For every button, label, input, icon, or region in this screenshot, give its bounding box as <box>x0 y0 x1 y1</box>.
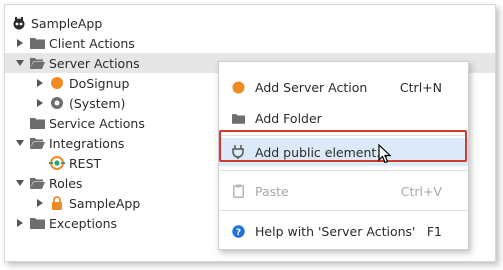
robot-app-icon <box>11 16 27 30</box>
tree-item-label: Roles <box>49 175 83 191</box>
svg-text:?: ? <box>235 228 240 238</box>
tree-item-label: Server Actions <box>49 55 140 71</box>
menu-item-add-server-action[interactable]: Add Server Action Ctrl+N <box>219 73 468 101</box>
highlight-box <box>219 130 467 162</box>
chevron-right-icon[interactable] <box>35 79 44 88</box>
tree-item-client-actions[interactable]: Client Actions <box>15 33 495 53</box>
help-icon: ? <box>229 224 247 238</box>
folder-open-icon <box>29 136 45 150</box>
tree-item-label: REST <box>69 155 102 171</box>
chevron-right-icon[interactable] <box>35 99 44 108</box>
menu-item-label: Add Folder <box>255 110 322 126</box>
mouse-cursor-icon <box>378 143 392 167</box>
chevron-down-icon[interactable] <box>15 139 24 148</box>
chevron-right-icon[interactable] <box>35 199 44 208</box>
tree-item-label: SampleApp <box>69 195 141 211</box>
menu-item-shortcut: F1 <box>426 223 442 239</box>
menu-item-paste[interactable]: Paste Ctrl+V <box>219 177 468 205</box>
chevron-down-icon[interactable] <box>15 59 24 68</box>
tree-item-label: Exceptions <box>49 215 118 231</box>
rest-api-icon <box>49 156 65 170</box>
folder-open-icon <box>29 56 45 70</box>
folder-icon <box>29 216 45 230</box>
tree-item-label: Integrations <box>49 135 125 151</box>
menu-item-label: Paste <box>255 183 289 199</box>
folder-icon <box>29 36 45 50</box>
menu-item-help[interactable]: ? Help with 'Server Actions' F1 <box>219 217 468 245</box>
lock-icon <box>49 196 65 210</box>
tree-root-label: SampleApp <box>31 15 103 31</box>
tree-root[interactable]: SampleApp <box>11 13 495 33</box>
menu-item-label: Add Server Action <box>255 79 368 95</box>
tree-item-label: Service Actions <box>49 115 145 131</box>
menu-item-label: Help with 'Server Actions' <box>255 223 416 239</box>
server-action-icon <box>229 81 247 94</box>
folder-open-icon <box>29 176 45 190</box>
menu-separator <box>219 210 468 211</box>
chevron-right-icon[interactable] <box>15 39 24 48</box>
menu-item-shortcut: Ctrl+V <box>400 183 442 199</box>
chevron-down-icon[interactable] <box>15 179 24 188</box>
chevron-right-icon[interactable] <box>15 219 24 228</box>
menu-separator <box>219 170 468 171</box>
tree-item-label: Client Actions <box>49 35 135 51</box>
clipboard-icon <box>229 184 247 198</box>
system-module-icon <box>49 96 65 110</box>
folder-icon <box>29 116 45 130</box>
menu-item-add-folder[interactable]: Add Folder <box>219 104 468 132</box>
menu-item-shortcut: Ctrl+N <box>399 79 442 95</box>
server-action-icon <box>49 76 65 90</box>
folder-icon <box>229 113 247 124</box>
tree-item-label: (System) <box>69 95 126 111</box>
tree-item-label: DoSignup <box>69 75 130 91</box>
